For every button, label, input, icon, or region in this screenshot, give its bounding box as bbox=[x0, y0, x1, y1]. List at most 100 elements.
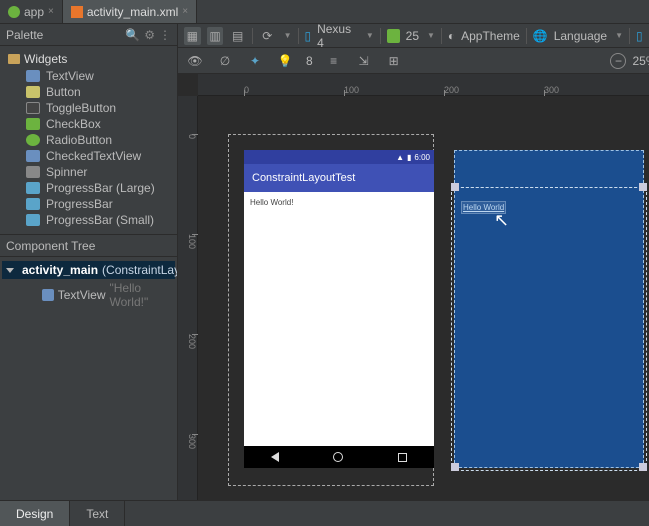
nav-home-icon bbox=[333, 452, 343, 462]
palette-item-textview[interactable]: TextView bbox=[4, 68, 173, 84]
palette-item-progressbar-small-[interactable]: ProgressBar (Small) bbox=[4, 212, 173, 228]
resize-handle[interactable] bbox=[451, 183, 459, 191]
guideline-icon[interactable]: ⊞ bbox=[385, 52, 403, 70]
palette-item-spinner[interactable]: Spinner bbox=[4, 164, 173, 180]
orientation-icon[interactable]: ⟳ bbox=[259, 27, 276, 45]
tree-child-row[interactable]: TextView "Hello World!" bbox=[2, 279, 175, 311]
checkedtextview-icon bbox=[26, 150, 40, 162]
close-icon[interactable]: × bbox=[48, 6, 54, 17]
palette-item-radiobutton[interactable]: RadioButton bbox=[4, 132, 173, 148]
ruler-tick: 300 bbox=[178, 434, 198, 449]
layout-body[interactable]: Hello World! bbox=[244, 192, 434, 446]
ruler-tick: 300 bbox=[544, 74, 559, 96]
theme-label[interactable]: AppTheme bbox=[461, 29, 520, 43]
folder-icon bbox=[8, 54, 20, 64]
caret-down-icon[interactable] bbox=[6, 268, 14, 273]
canvas: 0100200300 0100200300 ▲ ▮ 6:00 Constrain… bbox=[178, 74, 649, 500]
gear-icon[interactable]: ⚙ bbox=[144, 28, 155, 42]
palette-item-label: ToggleButton bbox=[46, 101, 116, 115]
eye-icon[interactable]: 👁 bbox=[186, 52, 204, 70]
palette-item-button[interactable]: Button bbox=[4, 84, 173, 100]
battery-icon: ▮ bbox=[407, 153, 411, 162]
palette-item-togglebutton[interactable]: ToggleButton bbox=[4, 100, 173, 116]
theme-icon: ◐ bbox=[448, 29, 455, 43]
tree-node-value: "Hello World!" bbox=[110, 281, 172, 309]
component-tree-body: activity_main (ConstraintLayout) TextVie… bbox=[0, 257, 177, 315]
resize-handle[interactable] bbox=[639, 183, 647, 191]
palette-item-label: ProgressBar (Small) bbox=[46, 213, 154, 227]
margin-value[interactable]: 8 bbox=[306, 54, 313, 68]
tab-label: app bbox=[24, 5, 44, 19]
device-preview[interactable]: ▲ ▮ 6:00 ConstraintLayoutTest Hello Worl… bbox=[244, 150, 434, 468]
design-area: ▦ ▥ ▤ ⟳ ▼ ▯ Nexus 4 ▼ 25 ▼ ◐ AppTheme 🌐 … bbox=[178, 24, 649, 500]
variant-icon[interactable]: ▯ bbox=[636, 29, 643, 43]
ruler-horizontal: 0 100 200 300 bbox=[198, 74, 649, 96]
palette-item-label: RadioButton bbox=[46, 133, 112, 147]
ruler-tick: 100 bbox=[178, 234, 198, 249]
blueprint-textview[interactable]: Hello World bbox=[461, 201, 506, 214]
palette-group-widgets[interactable]: Widgets bbox=[4, 50, 173, 68]
ruler-vertical: 0100200300 bbox=[178, 96, 198, 500]
palette-item-progressbar-large-[interactable]: ProgressBar (Large) bbox=[4, 180, 173, 196]
wand-icon[interactable]: ✦ bbox=[246, 52, 264, 70]
magnet-icon[interactable]: ∅ bbox=[216, 52, 234, 70]
view-both-icon[interactable]: ▤ bbox=[229, 27, 246, 45]
signal-icon: ▲ bbox=[396, 153, 404, 162]
palette-item-label: ProgressBar bbox=[46, 197, 113, 211]
tab-app[interactable]: app × bbox=[0, 0, 63, 23]
chevron-down-icon: ▼ bbox=[615, 31, 623, 40]
status-bar: ▲ ▮ 6:00 bbox=[244, 150, 434, 164]
tab-label: activity_main.xml bbox=[87, 5, 178, 19]
spinner-icon bbox=[26, 166, 40, 178]
togglebutton-icon bbox=[26, 102, 40, 114]
resize-handle[interactable] bbox=[451, 463, 459, 471]
blueprint-preview[interactable]: Hello World bbox=[454, 150, 644, 468]
checkbox-icon bbox=[26, 118, 40, 130]
device-label[interactable]: Nexus 4 bbox=[317, 22, 358, 50]
language-label[interactable]: Language bbox=[554, 29, 607, 43]
api-label[interactable]: 25 bbox=[406, 29, 419, 43]
tab-label: Design bbox=[16, 507, 53, 521]
design-toolbar: ▦ ▥ ▤ ⟳ ▼ ▯ Nexus 4 ▼ 25 ▼ ◐ AppTheme 🌐 … bbox=[178, 24, 649, 48]
bulb-icon[interactable]: 💡 bbox=[276, 52, 294, 70]
tree-node-name: TextView bbox=[58, 288, 106, 302]
view-blueprint-icon[interactable]: ▥ bbox=[207, 27, 224, 45]
textview-icon bbox=[42, 289, 54, 301]
align-icon[interactable]: ≡ bbox=[325, 52, 343, 70]
textview-icon bbox=[26, 70, 40, 82]
nav-recent-icon bbox=[398, 453, 407, 462]
stage[interactable]: ▲ ▮ 6:00 ConstraintLayoutTest Hello Worl… bbox=[198, 96, 649, 500]
textview-preview[interactable]: Hello World! bbox=[250, 198, 293, 207]
close-icon[interactable]: × bbox=[182, 6, 188, 17]
palette-item-checkedtextview[interactable]: CheckedTextView bbox=[4, 148, 173, 164]
palette-item-checkbox[interactable]: CheckBox bbox=[4, 116, 173, 132]
android-icon bbox=[387, 29, 400, 43]
editor-tabs: app × activity_main.xml × bbox=[0, 0, 649, 24]
menu-icon[interactable]: ⋮ bbox=[159, 28, 171, 42]
tree-node-name: activity_main bbox=[22, 263, 98, 277]
pack-icon[interactable]: ⇲ bbox=[355, 52, 373, 70]
palette-item-progressbar[interactable]: ProgressBar bbox=[4, 196, 173, 212]
zoom-out-button[interactable]: − bbox=[610, 53, 626, 69]
nav-back-icon bbox=[271, 452, 279, 462]
panel-title: Palette bbox=[6, 28, 119, 42]
zoom-controls: − 25% bbox=[610, 53, 649, 69]
palette-body: Widgets TextViewButtonToggleButtonCheckB… bbox=[0, 46, 177, 235]
button-icon bbox=[26, 86, 40, 98]
tree-root-row[interactable]: activity_main (ConstraintLayout) bbox=[2, 261, 175, 279]
resize-handle[interactable] bbox=[639, 463, 647, 471]
tab-design[interactable]: Design bbox=[0, 501, 70, 526]
zoom-value[interactable]: 25% bbox=[632, 54, 649, 68]
progressbar-icon bbox=[26, 198, 40, 210]
radiobutton-icon bbox=[26, 134, 40, 146]
design-toolbar-secondary: 👁 ∅ ✦ 💡 8 ≡ ⇲ ⊞ − 25% bbox=[178, 48, 649, 74]
ruler-tick: 200 bbox=[444, 74, 459, 96]
tab-text[interactable]: Text bbox=[70, 501, 125, 526]
component-tree-header: Component Tree bbox=[0, 235, 177, 257]
tree-node-type: (ConstraintLayout) bbox=[102, 263, 177, 277]
view-design-icon[interactable]: ▦ bbox=[184, 27, 201, 45]
ruler-tick: 100 bbox=[344, 74, 359, 96]
ruler-tick: 0 bbox=[244, 74, 249, 96]
search-icon[interactable]: 🔍 bbox=[125, 28, 140, 42]
tab-activity-main[interactable]: activity_main.xml × bbox=[63, 0, 197, 23]
